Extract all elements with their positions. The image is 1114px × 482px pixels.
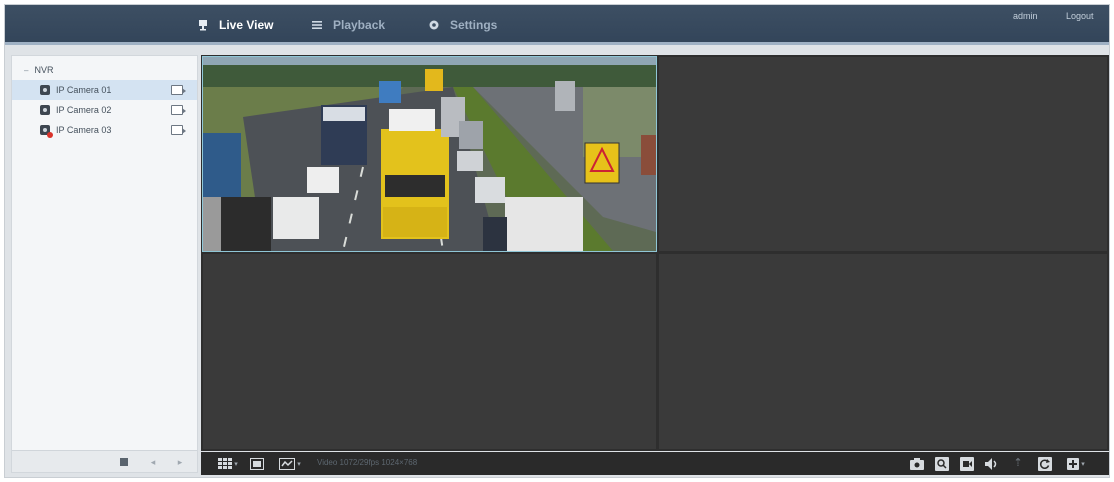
digital-zoom-button[interactable]: [933, 456, 951, 471]
tree-root-label: NVR: [34, 65, 54, 75]
record-video-icon: [960, 456, 974, 471]
stream-info-text: Video 1072/29fps 1024×768: [317, 458, 418, 467]
fullscreen-button[interactable]: [248, 456, 266, 471]
nav-settings-label: Settings: [450, 18, 498, 32]
record-icon[interactable]: [171, 125, 186, 135]
next-page-icon[interactable]: ▸: [174, 456, 186, 468]
nav-settings[interactable]: Settings: [428, 5, 497, 45]
camera-online-icon: [40, 105, 50, 115]
ptz-button[interactable]: ⇡: [1009, 456, 1027, 471]
camera-item-02[interactable]: IP Camera 02: [12, 100, 197, 120]
fullscreen-icon: [250, 457, 264, 470]
video-toolbar: ▾ ▾ Video 1072/29fps 1024×768 ⇡ ▾: [201, 452, 1109, 475]
nav-live-view-label: Live View: [219, 18, 274, 32]
logout-link[interactable]: Logout: [1066, 11, 1094, 21]
stream-icon: [279, 457, 296, 470]
camera-snapshot-icon: [910, 457, 924, 470]
stream-type-button[interactable]: ▾: [276, 456, 304, 471]
video-pane-2[interactable]: [659, 57, 1107, 251]
camera-online-icon: [40, 85, 50, 95]
chevron-down-icon: ▾: [297, 460, 301, 468]
refresh-button[interactable]: [1036, 456, 1054, 471]
record-icon[interactable]: [171, 105, 186, 115]
speaker-icon: [985, 457, 997, 470]
offline-badge: [47, 132, 53, 138]
camera-item-03[interactable]: IP Camera 03: [12, 120, 197, 140]
capture-button[interactable]: [908, 456, 926, 471]
more-options-button[interactable]: ▾: [1063, 456, 1089, 471]
gear-icon: [428, 19, 440, 31]
chevron-down-icon: ▾: [1081, 460, 1085, 468]
ptz-arrow-icon: ⇡: [1013, 457, 1023, 469]
previous-page-icon[interactable]: ◂: [147, 456, 159, 468]
device-tree-panel: – NVR IP Camera 01 IP Camera 02 IP Camer…: [11, 55, 198, 473]
window-layout-button[interactable]: ▾: [217, 456, 239, 471]
video-pane-3[interactable]: [203, 254, 656, 449]
audio-button[interactable]: [983, 456, 1001, 471]
video-pane-1[interactable]: [202, 56, 657, 252]
grid-layout-icon: [218, 458, 233, 469]
collapse-icon[interactable]: –: [24, 66, 28, 75]
record-button[interactable]: [958, 456, 976, 471]
nav-live-view[interactable]: Live View: [197, 5, 273, 45]
video-pane-4[interactable]: [659, 254, 1107, 449]
nvr-web-client: Live View Playback Settings admin Logout…: [4, 4, 1110, 478]
live-view-icon: [197, 19, 209, 31]
nav-playback[interactable]: Playback: [311, 5, 385, 45]
device-tree: – NVR IP Camera 01 IP Camera 02 IP Camer…: [12, 60, 197, 140]
camera-offline-icon: [40, 125, 53, 138]
camera-label: IP Camera 02: [56, 105, 112, 115]
sidebar-footer: ◂ ▸: [12, 450, 197, 472]
live-video-feed: [203, 57, 656, 251]
stop-all-icon[interactable]: [118, 456, 130, 468]
playback-list-icon: [311, 19, 323, 31]
camera-label: IP Camera 01: [56, 85, 112, 95]
chevron-down-icon: ▾: [234, 460, 238, 468]
nav-playback-label: Playback: [333, 18, 386, 32]
top-navigation-bar: Live View Playback Settings admin Logout: [5, 5, 1109, 45]
plus-icon: [1067, 457, 1080, 470]
record-icon[interactable]: [171, 85, 186, 95]
tree-root-nvr[interactable]: – NVR: [12, 60, 197, 80]
refresh-icon: [1038, 456, 1052, 471]
camera-label: IP Camera 03: [56, 125, 112, 135]
current-user[interactable]: admin: [1013, 11, 1038, 21]
zoom-icon: [935, 456, 949, 471]
camera-item-01[interactable]: IP Camera 01: [12, 80, 197, 100]
video-grid: [201, 55, 1109, 451]
